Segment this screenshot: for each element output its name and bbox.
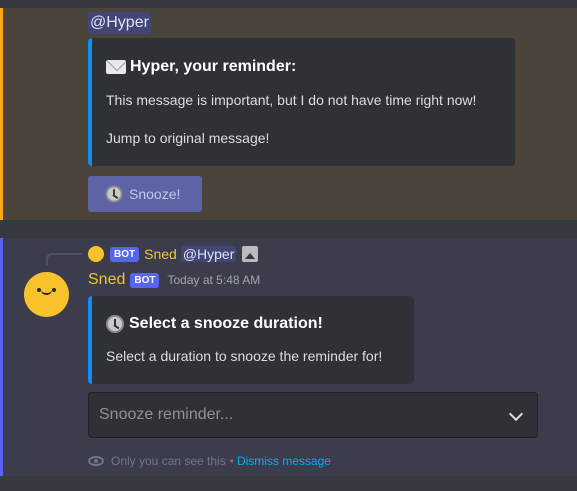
clock-icon — [105, 185, 123, 203]
reminder-embed: Hyper, your reminder: This message is im… — [88, 38, 515, 166]
reply-avatar — [88, 246, 104, 262]
bottom-gap — [0, 476, 577, 491]
avatar-mouth — [41, 290, 52, 295]
message-header: Sned BOT Today at 5:48 AM — [88, 269, 260, 291]
user-mention[interactable]: @Hyper — [88, 12, 151, 34]
ephemeral-note-text: Only you can see this — [111, 454, 226, 468]
bot-badge: BOT — [130, 272, 160, 288]
chevron-down-icon — [508, 406, 524, 422]
embed-title-text: Hyper, your reminder: — [130, 58, 297, 75]
timestamp: Today at 5:48 AM — [167, 273, 261, 287]
snooze-duration-select[interactable]: Snooze reminder... — [88, 392, 538, 438]
envelope-icon — [106, 60, 126, 74]
embed-title: Hyper, your reminder: — [106, 58, 296, 76]
reply-mention[interactable]: @Hyper — [180, 246, 237, 262]
ephemeral-bar — [0, 238, 3, 476]
ephemeral-separator: • — [229, 454, 234, 468]
image-icon — [242, 246, 259, 262]
author-name[interactable]: Sned — [88, 271, 125, 289]
reply-author[interactable]: Sned — [144, 246, 177, 262]
message-gap — [0, 220, 577, 238]
select-placeholder: Snooze reminder... — [99, 406, 234, 423]
avatar[interactable] — [24, 272, 69, 317]
snooze-button-label: Snooze! — [129, 186, 181, 202]
avatar-eye-right — [52, 288, 56, 292]
reminder-message: @Hyper Hyper, your reminder: This messag… — [0, 8, 577, 220]
eye-icon — [88, 456, 104, 466]
mention-highlight-bar — [0, 8, 3, 220]
top-gap — [0, 0, 577, 8]
embed-description: This message is important, but I do not … — [106, 92, 477, 108]
embed-accent-bar — [88, 296, 92, 384]
clock-icon — [106, 315, 124, 333]
reply-connector — [46, 253, 82, 265]
reply-bot-badge: BOT — [110, 246, 140, 262]
embed-accent-bar — [88, 38, 92, 166]
snooze-button[interactable]: Snooze! — [88, 176, 202, 212]
embed-description: Select a duration to snooze the reminder… — [106, 348, 383, 364]
reply-preview[interactable]: BOT Sned @Hyper — [88, 243, 259, 265]
dismiss-message-link[interactable]: Dismiss message — [237, 454, 331, 468]
jump-to-message-text: Jump to original message! — [106, 130, 270, 146]
ephemeral-note: Only you can see this • Dismiss message — [88, 452, 331, 470]
ephemeral-message: BOT Sned @Hyper Sned BOT Today at 5:48 A… — [0, 238, 577, 476]
embed-title-text: Select a snooze duration! — [129, 315, 323, 332]
snooze-embed: Select a snooze duration! Select a durat… — [88, 296, 414, 384]
embed-title: Select a snooze duration! — [106, 315, 323, 333]
